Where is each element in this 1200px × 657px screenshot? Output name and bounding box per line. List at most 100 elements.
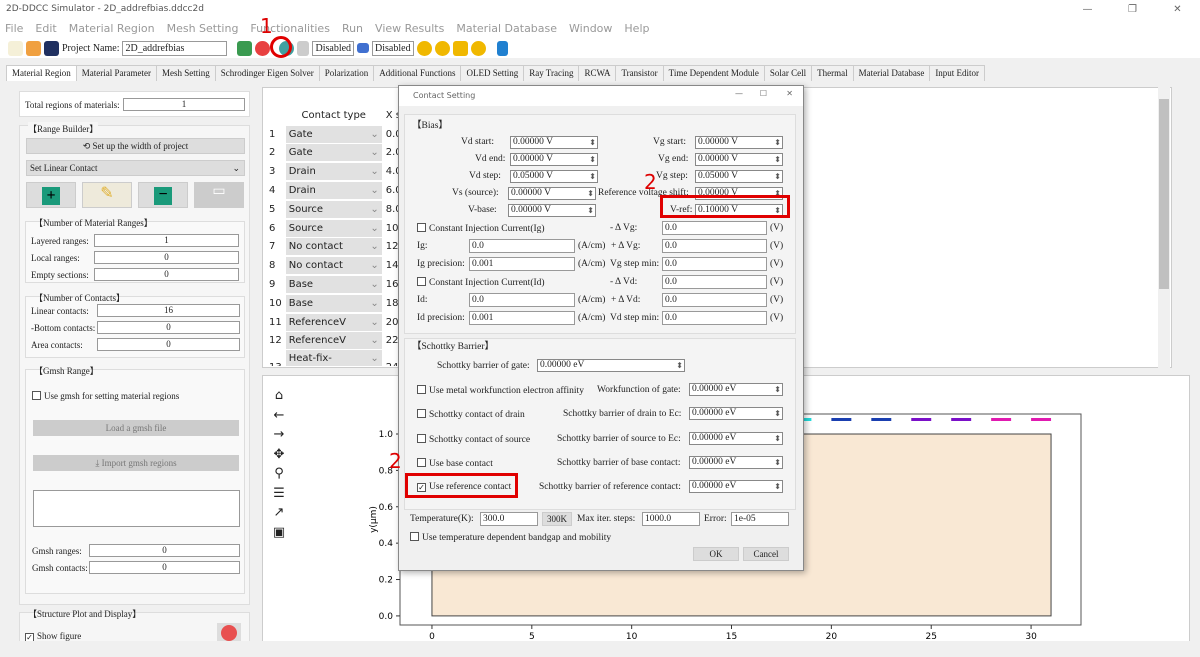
vs-label: Vs (source): (452, 188, 499, 198)
sc-drain-checkbox[interactable]: Schottky contact of drain (417, 409, 525, 420)
checkbox[interactable] (417, 223, 426, 232)
step1-label: 1 (260, 14, 273, 38)
unit-label: (V) (770, 259, 784, 269)
vg-end-spin[interactable]: 0.00000 V (695, 153, 783, 166)
unit-label: (A/cm) (578, 241, 606, 251)
sc-source-label: Schottky contact of source (429, 435, 531, 445)
checkbox[interactable] (417, 458, 426, 467)
pdvg-field[interactable]: 0.0 (662, 239, 767, 253)
vg-step-label: Vg step: (656, 171, 688, 181)
wf-gate-label: Workfunction of gate: (597, 385, 681, 395)
vd-step-label: Vd step: (469, 171, 501, 181)
300k-button[interactable]: 300K (542, 512, 572, 526)
vd-end-spin[interactable]: 0.00000 V (510, 153, 598, 166)
y-axis-label: y(μm) (369, 506, 379, 533)
cancel-button[interactable]: Cancel (743, 547, 789, 561)
ig-field[interactable]: 0.0 (469, 239, 575, 253)
sb-source-spin[interactable]: 0.00000 eV (689, 432, 783, 445)
unit-label: (A/cm) (578, 313, 606, 323)
y-tick-label: 0.4 (379, 539, 394, 549)
sb-gate-label: Schottky barrier of gate: (437, 361, 530, 371)
wf-gate-spin[interactable]: 0.00000 eV (689, 383, 783, 396)
id-label: Id: (417, 295, 428, 305)
dialog-minimize[interactable]: — (735, 89, 743, 98)
unit-label: (V) (770, 223, 784, 233)
step2-label-a: 2 (644, 170, 657, 194)
dialog-title-bar: Contact Setting — ☐ ✕ (399, 86, 803, 106)
contact-setting-dialog: Contact Setting — ☐ ✕ 【Bias】 Vd start: 0.00… (398, 85, 804, 571)
vg-start-spin[interactable]: 0.00000 V (695, 136, 783, 149)
temp-label: Temperature(K): (410, 514, 474, 524)
checkbox[interactable] (417, 277, 426, 286)
vbase-spin[interactable]: 0.00000 V (508, 204, 596, 217)
ci-ig-label: Constant Injection Current(Ig) (429, 224, 545, 234)
vbase-label: V-base: (468, 205, 497, 215)
vs-spin[interactable]: 0.00000 V (508, 187, 596, 200)
mdvd-field[interactable]: 0.0 (662, 275, 767, 289)
checkbox[interactable] (417, 409, 426, 418)
vg-step-spin[interactable]: 0.05000 V (695, 170, 783, 183)
id-field[interactable]: 0.0 (469, 293, 575, 307)
sc-drain-label: Schottky contact of drain (429, 410, 525, 420)
use-base-label: Use base contact (429, 459, 493, 469)
max-iter-field[interactable]: 1000.0 (642, 512, 700, 526)
dialog-close[interactable]: ✕ (786, 89, 793, 98)
unit-label: (A/cm) (578, 259, 606, 269)
bias-title: 【Bias】 (412, 121, 448, 131)
unit-label: (V) (770, 313, 784, 323)
vd-start-spin[interactable]: 0.00000 V (510, 136, 598, 149)
unit-label: (V) (770, 277, 784, 287)
vref-highlight (660, 195, 790, 218)
ci-ig-checkbox[interactable]: Constant Injection Current(Ig) (417, 223, 545, 234)
ig-prec-label: Ig precision: (417, 259, 465, 269)
use-temp-dep-checkbox[interactable]: Use temperature dependent bandgap and mo… (410, 532, 611, 543)
use-ref-highlight (405, 473, 518, 498)
y-tick-label: 0.6 (379, 503, 394, 513)
status-bar (0, 641, 1200, 657)
vgmin-label: Vg step min: (610, 259, 660, 269)
pdvd-field[interactable]: 0.0 (662, 293, 767, 307)
error-label: Error: (704, 514, 727, 524)
schottky-title: 【Schottky Barrier】 (412, 342, 495, 352)
use-temp-dep-label: Use temperature dependent bandgap and mo… (422, 533, 612, 543)
vd-step-spin[interactable]: 0.05000 V (510, 170, 598, 183)
vg-end-label: Vg end: (658, 154, 689, 164)
use-wf-checkbox[interactable]: Use metal workfunction electron affinity (417, 385, 584, 396)
ig-label: Ig: (417, 241, 428, 251)
sb-source-label: Schottky barrier of source to Ec: (557, 434, 681, 444)
use-base-checkbox[interactable]: Use base contact (417, 458, 493, 469)
unit-label: (V) (770, 241, 784, 251)
checkbox[interactable] (417, 434, 426, 443)
unit-label: (A/cm) (578, 295, 606, 305)
sb-drain-spin[interactable]: 0.00000 eV (689, 407, 783, 420)
sc-source-checkbox[interactable]: Schottky contact of source (417, 434, 530, 445)
vd-start-label: Vd start: (461, 137, 494, 147)
unit-label: (V) (770, 295, 784, 305)
id-prec-field[interactable]: 0.001 (469, 311, 575, 325)
error-field[interactable]: 1e-05 (731, 512, 789, 526)
checkbox[interactable] (410, 532, 419, 541)
id-prec-label: Id precision: (417, 313, 465, 323)
step2-label-b: 2 (389, 449, 402, 473)
mdvg-field[interactable]: 0.0 (662, 221, 767, 235)
checkbox[interactable] (417, 385, 426, 394)
ig-prec-field[interactable]: 0.001 (469, 257, 575, 271)
ci-id-label: Constant Injection Current(Id) (429, 278, 545, 288)
ok-button[interactable]: OK (693, 547, 739, 561)
sb-ref-spin[interactable]: 0.00000 eV (689, 480, 783, 493)
y-tick-label: 1.0 (379, 430, 394, 440)
dialog-title: Contact Setting (413, 91, 476, 100)
y-tick-label: 0.2 (379, 576, 393, 586)
temp-field[interactable]: 300.0 (480, 512, 538, 526)
max-iter-label: Max iter. steps: (577, 514, 636, 524)
vdmin-field[interactable]: 0.0 (662, 311, 767, 325)
bias-group: 【Bias】 Vd start: 0.00000 V Vd end: 0.00000… (404, 114, 796, 334)
sb-gate-spin[interactable]: 0.00000 eV (537, 359, 685, 372)
sb-base-label: Schottky barrier of base contact: (557, 458, 681, 468)
vgmin-field[interactable]: 0.0 (662, 257, 767, 271)
dialog-maximize[interactable]: ☐ (760, 89, 767, 98)
vdmin-label: Vd step min: (610, 313, 660, 323)
sb-base-spin[interactable]: 0.00000 eV (689, 456, 783, 469)
ci-id-checkbox[interactable]: Constant Injection Current(Id) (417, 277, 545, 288)
mdvg-label: - Δ Vg: (610, 223, 638, 233)
